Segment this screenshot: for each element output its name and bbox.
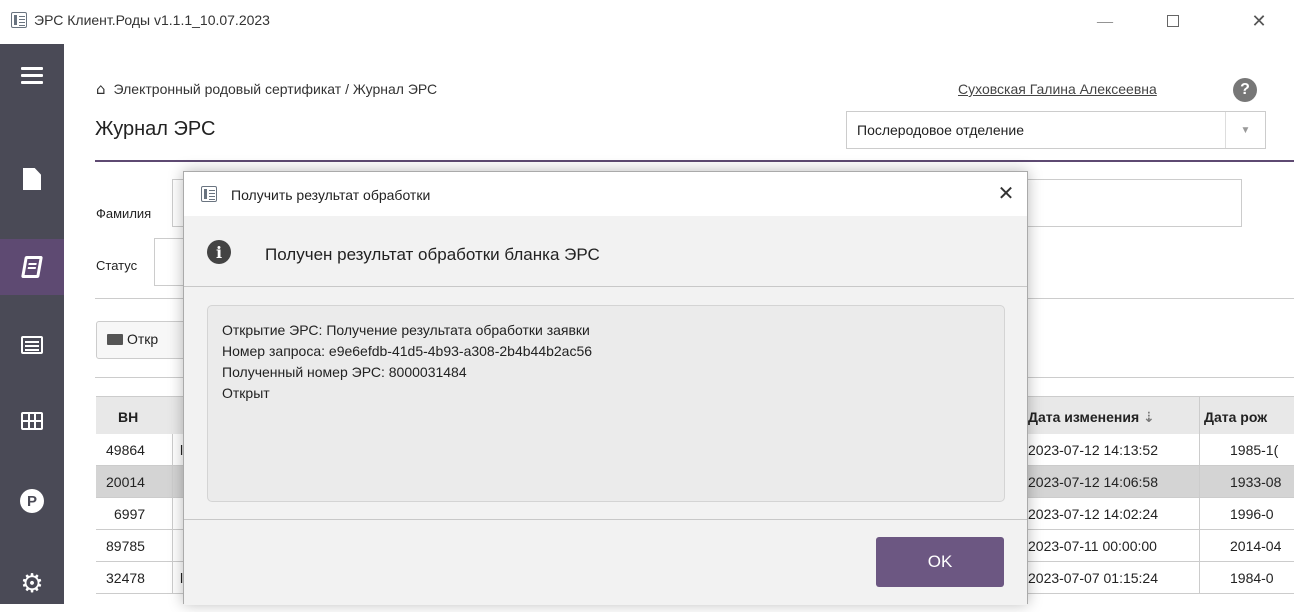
close-window-button[interactable]: ✕ <box>1236 6 1282 36</box>
cell-birth: 1996-0 <box>1230 506 1274 522</box>
folder-icon <box>107 334 123 345</box>
window-title: ЭРС Клиент.Роды v1.1.1_10.07.2023 <box>34 12 270 28</box>
cell-modified: 2023-07-12 14:02:24 <box>1028 506 1158 522</box>
cell-vn: 20014 <box>106 474 145 490</box>
sidebar-item-list[interactable] <box>0 317 64 373</box>
breadcrumb-text: Электронный родовый сертификат / Журнал … <box>113 81 438 97</box>
cell-birth: 1984-0 <box>1230 570 1274 586</box>
cell-modified: 2023-07-12 14:13:52 <box>1028 442 1158 458</box>
app-icon <box>11 12 27 28</box>
help-icon[interactable]: ? <box>1233 78 1257 102</box>
dialog-titlebar: Получить результат обработки ✕ <box>184 172 1027 216</box>
window-titlebar: ЭРС Клиент.Роды v1.1.1_10.07.2023 — ✕ <box>0 0 1294 44</box>
p-circle-icon: P <box>20 489 44 513</box>
sidebar-item-p[interactable]: P <box>0 473 64 529</box>
minimize-button[interactable]: — <box>1082 6 1128 36</box>
maximize-button[interactable] <box>1150 6 1196 36</box>
dialog-app-icon <box>201 186 217 202</box>
page-title: Журнал ЭРС <box>95 118 216 140</box>
dialog-heading: Получен результат обработки бланка ЭРС <box>265 245 600 264</box>
cell-vn: 32478 <box>106 570 145 586</box>
ok-button[interactable]: OK <box>876 537 1004 587</box>
sidebar-item-document[interactable] <box>0 151 64 207</box>
dialog-footer-divider <box>184 519 1027 520</box>
message-line: Открытие ЭРС: Получение результата обраб… <box>222 322 590 338</box>
cell-modified: 2023-07-11 00:00:00 <box>1028 538 1157 554</box>
cell-modified: 2023-07-07 01:15:24 <box>1028 570 1158 586</box>
cell-birth: 1933-08 <box>1230 474 1282 490</box>
sidebar-item-table[interactable] <box>0 393 64 449</box>
cell-vn: 6997 <box>114 506 146 522</box>
breadcrumb: ⌂ Электронный родовый сертификат / Журна… <box>96 80 437 98</box>
header-divider <box>95 160 1294 162</box>
cell-birth: 1985-1( <box>1230 442 1279 458</box>
sidebar-item-journal[interactable] <box>0 239 64 295</box>
cell-vn: 89785 <box>106 538 145 554</box>
home-icon[interactable]: ⌂ <box>96 80 106 98</box>
department-select[interactable]: Послеродовое отделение ▼ <box>846 111 1266 149</box>
cell-vn: 49864 <box>106 442 145 458</box>
column-header-modified-label: Дата изменения <box>1028 409 1140 425</box>
cell-birth: 2014-04 <box>1230 538 1282 554</box>
book-icon <box>21 256 43 278</box>
gear-icon: ⚙ <box>20 569 44 599</box>
sidebar: P ⚙ <box>0 44 64 604</box>
status-label: Статус <box>96 258 138 273</box>
list-icon <box>21 336 43 354</box>
dialog-divider <box>184 286 1027 287</box>
maximize-icon <box>1167 15 1179 27</box>
department-value: Послеродовое отделение <box>857 122 1024 138</box>
cell-modified: 2023-07-12 14:06:58 <box>1028 474 1158 490</box>
document-icon <box>23 168 41 190</box>
dialog-close-button[interactable]: ✕ <box>993 180 1019 206</box>
chevron-down-icon[interactable]: ▼ <box>1225 112 1265 148</box>
column-header-modified[interactable]: Дата изменения ⇣ <box>1028 409 1155 426</box>
open-button-label: Откр <box>127 331 159 347</box>
user-name-link[interactable]: Суховская Галина Алексеевна <box>958 81 1157 97</box>
dialog-body: i Получен результат обработки бланка ЭРС… <box>184 216 1027 605</box>
message-line: Номер запроса: e9e6efdb-41d5-4b93-a308-2… <box>222 343 593 359</box>
sort-icon: ⇣ <box>1143 409 1155 425</box>
surname-label: Фамилия <box>96 206 152 221</box>
info-icon: i <box>207 240 231 264</box>
table-grid-icon <box>21 412 43 430</box>
dialog-title: Получить результат обработки <box>231 187 431 203</box>
column-header-vn[interactable]: ВН <box>118 409 138 425</box>
sidebar-item-menu[interactable] <box>0 47 64 103</box>
result-dialog: Получить результат обработки ✕ i Получен… <box>183 171 1028 605</box>
message-box: Открытие ЭРС: Получение результата обраб… <box>207 305 1005 502</box>
message-line: Открыт <box>222 385 270 401</box>
open-button[interactable]: Откр <box>96 321 196 359</box>
secondary-filter-input[interactable] <box>1020 179 1242 227</box>
message-line: Полученный номер ЭРС: 8000031484 <box>222 364 467 380</box>
column-header-birth[interactable]: Дата рож <box>1204 409 1267 425</box>
hamburger-icon <box>21 63 43 88</box>
